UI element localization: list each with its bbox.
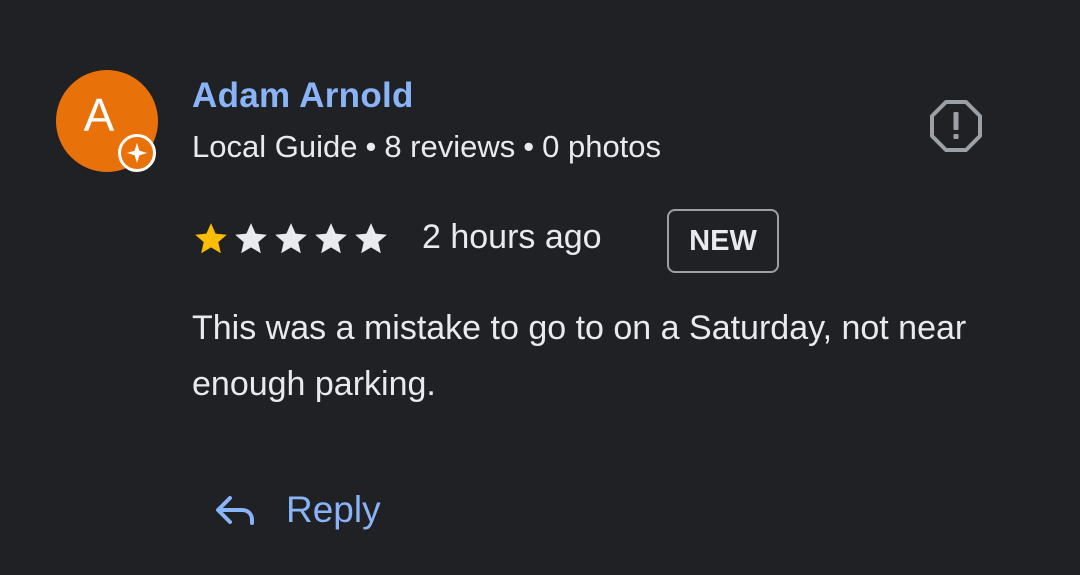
author-meta: Local Guide • 8 reviews • 0 photos — [192, 129, 661, 165]
local-guide-badge-icon — [118, 134, 156, 172]
review-time: 2 hours ago — [422, 218, 602, 256]
meta-separator: • — [365, 129, 377, 164]
star-empty-icon — [315, 223, 347, 254]
star-empty-icon — [275, 223, 307, 254]
star-empty-icon — [235, 223, 267, 254]
review-card: A Adam Arnold Local Guide • 8 reviews • 0 ph… — [0, 0, 1080, 575]
author-review-count: 8 reviews — [384, 129, 516, 164]
author-photo-count: 0 photos — [542, 129, 662, 164]
reply-button[interactable]: Reply — [210, 478, 381, 542]
star-empty-icon — [355, 223, 387, 254]
star-filled-icon — [195, 223, 227, 254]
author-level: Local Guide — [192, 129, 358, 164]
author-name[interactable]: Adam Arnold — [192, 76, 414, 116]
star-rating — [192, 220, 390, 258]
report-icon[interactable] — [928, 98, 984, 154]
new-badge: NEW — [667, 209, 779, 273]
reply-label: Reply — [286, 489, 381, 530]
review-text: This was a mistake to go to on a Saturda… — [192, 309, 967, 403]
reply-arrow-icon — [216, 496, 254, 525]
meta-separator: • — [523, 129, 535, 164]
